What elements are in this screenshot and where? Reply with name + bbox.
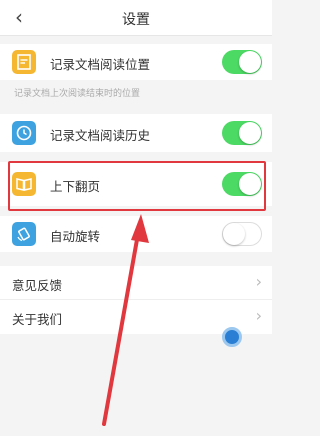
annotation-arrow — [102, 214, 149, 426]
